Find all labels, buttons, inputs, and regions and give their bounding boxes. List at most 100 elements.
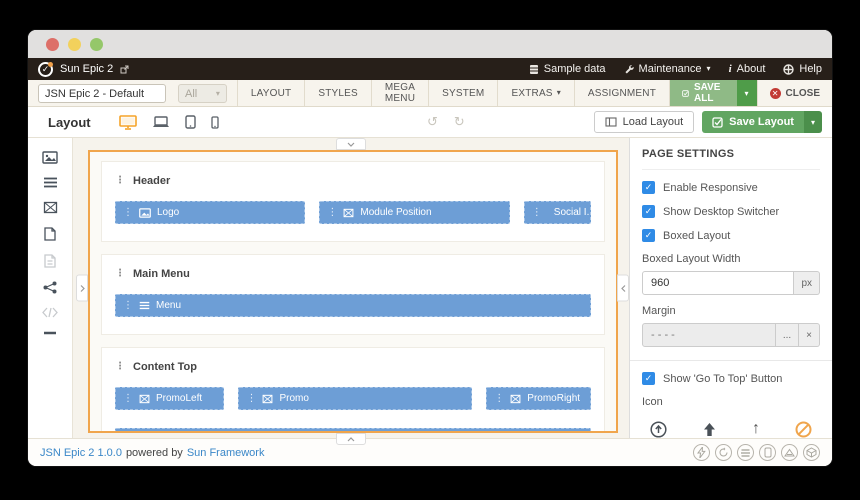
toolbar-actions: SAVE ALL ▾ ✕ CLOSE	[670, 80, 832, 106]
drag-handle-icon[interactable]: ⋮	[115, 362, 125, 372]
admin-menu: Sample data Maintenance ▾ i About Help	[529, 63, 822, 75]
device-switcher	[119, 115, 219, 130]
share-icon[interactable]	[43, 281, 57, 294]
layout-icon	[605, 117, 617, 127]
save-layout-dropdown-button[interactable]: ▾	[804, 111, 822, 133]
ban-icon[interactable]	[795, 421, 812, 438]
arrow-up-solid-icon[interactable]	[702, 422, 717, 437]
collapse-bottom-tab[interactable]	[336, 433, 366, 445]
section-content-top[interactable]: ⋮ Content Top ⋮ PromoLeft ⋮	[101, 347, 605, 433]
tablet-badge-icon	[759, 444, 776, 461]
save-layout-button[interactable]: Save Layout	[702, 111, 804, 133]
powered-by-text: powered by	[126, 447, 183, 459]
style-filter-select[interactable]: All ▾	[178, 84, 227, 103]
menu-item-label: Help	[799, 63, 822, 75]
external-link-icon	[120, 65, 129, 74]
checkbox-show-gototop[interactable]: ✓ Show 'Go To Top' Button	[642, 372, 820, 385]
menu-item-sample-data[interactable]: Sample data	[529, 63, 606, 75]
menu-lines-icon	[139, 301, 150, 310]
module-position-icon[interactable]	[43, 201, 58, 214]
close-button[interactable]: ✕ CLOSE	[757, 80, 832, 106]
tab-extras[interactable]: EXTRAS▾	[497, 80, 573, 106]
margin-input[interactable]	[642, 323, 776, 347]
footer-bar: JSN Epic 2 1.0.0 powered by Sun Framewor…	[28, 438, 832, 466]
panel-title: PAGE SETTINGS	[642, 148, 820, 170]
section-header[interactable]: ⋮ Header ⋮ Logo ⋮	[101, 161, 605, 242]
section-main-menu[interactable]: ⋮ Main Menu ⋮ Menu	[101, 254, 605, 335]
menu-item-maintenance[interactable]: Maintenance ▾	[624, 63, 711, 75]
gototop-icon-options: ↑	[642, 414, 820, 438]
drag-handle-icon: ⋮	[246, 394, 256, 404]
arrow-up-circle-icon[interactable]	[650, 421, 667, 438]
module-logo[interactable]: ⋮ Logo	[115, 201, 305, 224]
section-name: Content Top	[133, 361, 197, 373]
margin-more-button[interactable]: ...	[776, 323, 799, 347]
framework-link[interactable]: Sun Framework	[187, 447, 265, 459]
checkbox-checked-icon: ✓	[642, 229, 655, 242]
load-layout-button[interactable]: Load Layout	[594, 111, 695, 133]
module-promoright[interactable]: ⋮ PromoRight	[486, 387, 591, 410]
history-controls: ↺ ↻	[427, 114, 465, 130]
desktop-icon[interactable]	[119, 115, 137, 130]
undo-icon[interactable]: ↺	[427, 114, 438, 130]
close-window-button[interactable]	[46, 38, 59, 51]
layout-actions: Load Layout Save Layout ▾	[594, 111, 822, 133]
tab-styles[interactable]: STYLES	[304, 80, 371, 106]
screenshot-stage: ✓ Sun Epic 2 Sample data Maintenance ▾ i	[0, 0, 860, 500]
zoom-window-button[interactable]	[90, 38, 103, 51]
menu-item-help[interactable]: Help	[783, 63, 822, 75]
menu-item-label: About	[737, 63, 766, 75]
expand-left-tab[interactable]	[76, 275, 88, 302]
layout-toolbar: Layout ↺ ↻	[28, 107, 832, 138]
drag-handle-icon[interactable]: ⋮	[115, 176, 125, 186]
tab-layout[interactable]: LAYOUT	[237, 80, 304, 106]
menu-item-about[interactable]: i About	[729, 63, 766, 75]
expand-right-tab[interactable]	[617, 275, 629, 302]
page-icon[interactable]	[44, 227, 56, 241]
version-link[interactable]: JSN Epic 2 1.0.0	[40, 447, 122, 459]
divider-icon[interactable]	[43, 331, 57, 335]
checkbox-boxed-layout[interactable]: ✓ Boxed Layout	[642, 229, 820, 242]
menu-lines-icon[interactable]	[43, 177, 58, 188]
menu-item-label: Maintenance	[639, 63, 702, 75]
boxed-width-unit: px	[794, 271, 820, 295]
save-all-button[interactable]: SAVE ALL	[670, 80, 737, 106]
checkbox-checked-icon: ✓	[642, 372, 655, 385]
margin-clear-button[interactable]: ×	[799, 323, 820, 347]
checkbox-show-desktop-switcher[interactable]: ✓ Show Desktop Switcher	[642, 205, 820, 218]
template-name-input[interactable]	[38, 84, 166, 103]
redo-icon[interactable]: ↻	[454, 114, 465, 130]
module-promo[interactable]: ⋮ Promo	[238, 387, 472, 410]
drag-handle-icon: ⋮	[123, 394, 133, 404]
module-social[interactable]: ⋮ Social I...	[524, 201, 591, 224]
module-module-position[interactable]: ⋮ Module Position	[319, 201, 509, 224]
checkbox-checked-icon: ✓	[642, 205, 655, 218]
save-all-dropdown-button[interactable]: ▾	[737, 80, 757, 106]
brand[interactable]: ✓ Sun Epic 2	[38, 62, 129, 77]
phone-icon[interactable]	[211, 116, 219, 129]
laptop-icon[interactable]	[152, 116, 170, 129]
tab-assignment[interactable]: ASSIGNMENT	[574, 80, 670, 106]
checkbox-enable-responsive[interactable]: ✓ Enable Responsive	[642, 181, 820, 194]
section-name: Main Menu	[133, 268, 190, 280]
collapse-top-tab[interactable]	[336, 138, 366, 150]
boxed-width-input[interactable]	[642, 271, 794, 295]
module-promoleft[interactable]: ⋮ PromoLeft	[115, 387, 224, 410]
menu-item-label: Sample data	[544, 63, 606, 75]
module-position-icon	[139, 394, 150, 404]
divider	[630, 360, 832, 361]
drag-handle-icon[interactable]: ⋮	[115, 269, 125, 279]
image-icon[interactable]	[42, 151, 58, 164]
brand-name: Sun Epic 2	[60, 63, 113, 75]
close-circle-icon: ✕	[770, 88, 781, 99]
module-menu[interactable]: ⋮ Menu	[115, 294, 591, 317]
info-icon: i	[729, 63, 732, 75]
minimize-window-button[interactable]	[68, 38, 81, 51]
tab-mega-menu[interactable]: MEGA MENU	[371, 80, 428, 106]
arrow-up-thin-icon[interactable]: ↑	[752, 421, 760, 437]
help-icon	[783, 64, 794, 75]
tablet-icon[interactable]	[185, 115, 196, 129]
app-window: ✓ Sun Epic 2 Sample data Maintenance ▾ i	[28, 30, 832, 466]
drag-handle-icon: ⋮	[327, 208, 337, 218]
tab-system[interactable]: SYSTEM	[428, 80, 497, 106]
